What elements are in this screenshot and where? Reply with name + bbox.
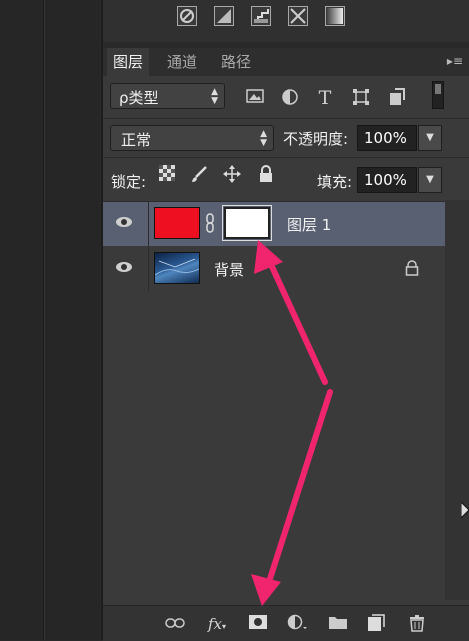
lock-label: 锁定: (111, 173, 147, 191)
fx-label: fx (207, 615, 222, 633)
blend-mode-dropdown[interactable]: 正常 ▲ ▼ (110, 125, 274, 151)
layers-scrollbar[interactable] (445, 200, 469, 600)
divider (44, 0, 45, 640)
blend-row: 正常 ▲ ▼ 不透明度: 100% ▼ (103, 119, 469, 158)
layer-mask-thumbnail[interactable] (222, 205, 272, 241)
tab-channels[interactable]: 通道 (161, 48, 203, 76)
adjustment-layer-icon[interactable] (287, 614, 309, 634)
smart-object-filter-icon[interactable] (386, 88, 408, 108)
background-thumbnail (154, 252, 200, 284)
layers-panel: 图层 通道 路径 ▸≡ ρ类型 ▲ ▼ T 正常 ▲ ▼ 不透明度: 100% ▼ … (103, 48, 469, 641)
image-filter-icon[interactable] (244, 88, 266, 108)
cursor-icon (461, 502, 469, 519)
chevron-updown-icon: ▲ ▼ (211, 87, 218, 106)
lock-paint-icon[interactable] (189, 165, 209, 185)
adjustments-panel (103, 0, 469, 42)
shape-filter-icon[interactable] (350, 88, 372, 108)
fx-icon[interactable]: fx▾ (206, 614, 228, 634)
delete-icon[interactable] (406, 614, 428, 634)
levels-icon[interactable] (214, 6, 234, 26)
opacity-dropdown-button[interactable]: ▼ (418, 125, 442, 151)
curves-icon[interactable] (251, 6, 271, 26)
chevron-updown-icon: ▲ ▼ (260, 129, 267, 148)
type-filter-icon[interactable]: T (314, 88, 336, 108)
eye-icon (116, 262, 132, 272)
new-layer-icon[interactable] (365, 614, 387, 634)
lock-position-icon[interactable] (222, 165, 242, 185)
lock-transparent-icon[interactable] (157, 165, 177, 185)
fill-label: 填充: (317, 173, 353, 191)
eye-icon (116, 217, 132, 227)
fill-dropdown-button[interactable]: ▼ (418, 167, 442, 193)
layer-name[interactable]: 图层 1 (287, 214, 331, 235)
new-group-icon[interactable] (327, 614, 349, 634)
left-workspace (0, 0, 100, 640)
filter-type-dropdown[interactable]: ρ类型 ▲ ▼ (110, 83, 225, 109)
fill-input[interactable]: 100% (357, 167, 417, 193)
panel-menu-icon[interactable]: ▸≡ (447, 54, 463, 68)
layers-bottom-bar: fx▾ (103, 605, 469, 641)
tab-layers[interactable]: 图层 (107, 48, 150, 76)
filter-type-label: ρ类型 (119, 89, 159, 107)
visibility-toggle[interactable] (103, 247, 149, 291)
exposure-icon[interactable] (288, 6, 308, 26)
blend-mode-label: 正常 (121, 131, 152, 149)
filter-toggle-icon[interactable] (432, 81, 444, 109)
layer-lock-icon (405, 260, 419, 276)
link-chain-icon[interactable] (205, 213, 215, 233)
tab-paths[interactable]: 路径 (215, 48, 257, 76)
opacity-input[interactable]: 100% (357, 125, 417, 151)
opacity-label: 不透明度: (283, 130, 349, 148)
gradient-map-icon[interactable] (325, 6, 345, 26)
visibility-toggle[interactable] (103, 202, 149, 246)
layer-thumbnail (154, 207, 200, 239)
layer-name[interactable]: 背景 (214, 259, 244, 280)
layer-row-layer1[interactable]: 图层 1 (103, 202, 445, 246)
panel-tabbar: 图层 通道 路径 ▸≡ (103, 48, 469, 76)
link-layers-icon[interactable] (164, 614, 186, 634)
lock-all-icon[interactable] (256, 165, 276, 185)
add-mask-icon[interactable] (247, 614, 269, 634)
layer-row-background[interactable]: 背景 (103, 247, 445, 291)
brightness-icon[interactable] (177, 6, 197, 26)
adjustment-filter-icon[interactable] (279, 88, 301, 108)
